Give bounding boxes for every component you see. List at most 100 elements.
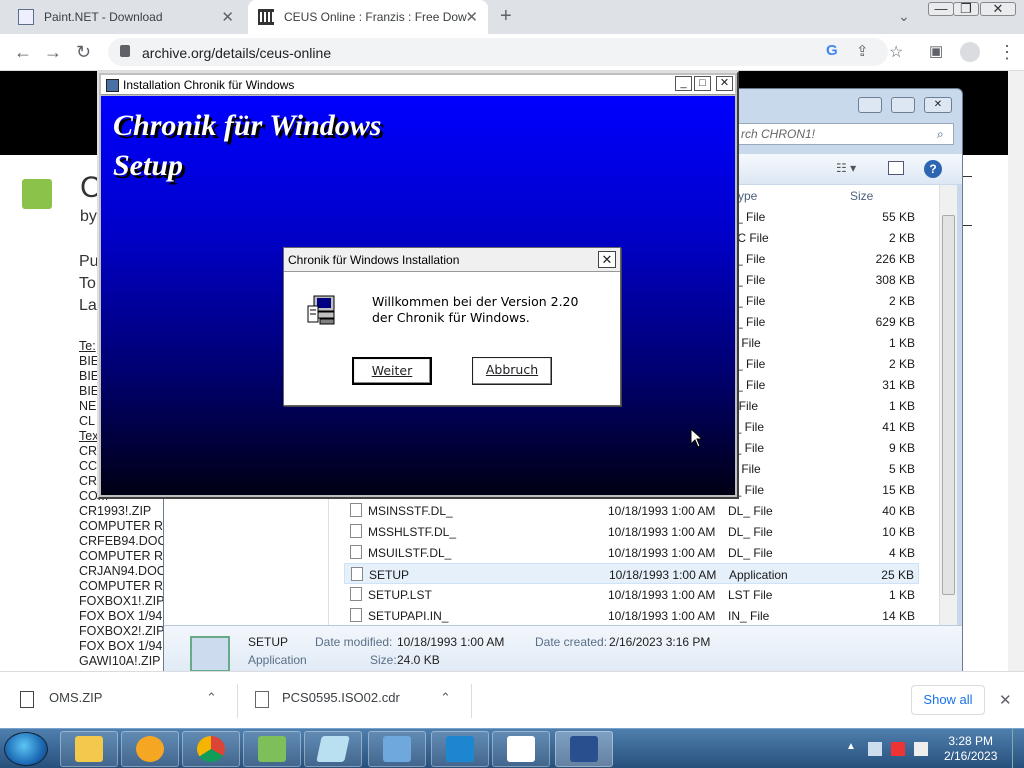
forward-icon[interactable]: →	[44, 42, 62, 63]
archive-file-entry[interactable]: GAWI10A!.ZIP	[79, 654, 167, 669]
file-icon	[255, 691, 269, 708]
explorer-maximize-button[interactable]	[891, 97, 915, 113]
browser-tab-strip: Paint.NET - Download ✕ CEUS Online : Fra…	[0, 0, 1024, 34]
date-modified-label: Date modified:	[315, 635, 393, 649]
setup-app-icon	[106, 79, 119, 92]
explorer-close-button[interactable]: ✕	[924, 97, 952, 113]
taskbar-remote[interactable]	[431, 731, 489, 767]
file-list-scrollbar[interactable]	[939, 185, 957, 625]
taskbar-media-player[interactable]	[121, 731, 179, 767]
setup-pc-icon	[570, 736, 598, 762]
action-center-icon[interactable]	[891, 742, 905, 756]
dialog-titlebar[interactable]: Chronik für Windows Installation	[284, 248, 620, 272]
archive-file-entry[interactable]: COMPUTER R	[79, 549, 167, 564]
downloads-bar: OMS.ZIP ⌃ PCS0595.ISO02.cdr ⌃ Show all ✕	[0, 671, 1024, 728]
show-hidden-icons-icon[interactable]: ▲	[846, 741, 856, 752]
file-date: 10/18/1993 1:00 AM	[608, 609, 716, 623]
search-icon[interactable]: ⌕	[937, 127, 944, 142]
explorer-minimize-button[interactable]	[858, 97, 882, 113]
file-row[interactable]: MSUILSTF.DL_ 10/18/1993 1:00 AM DL_ File 4 …	[344, 542, 919, 563]
archive-file-entry[interactable]: COMPUTER R	[79, 519, 167, 534]
volume-icon[interactable]	[914, 742, 928, 756]
download-item-name[interactable]: OMS.ZIP	[49, 690, 102, 705]
share-icon[interactable]: ⇪	[856, 42, 869, 60]
archive-file-entry[interactable]: CRJAN94.DOC	[79, 564, 167, 579]
scrollbar-thumb[interactable]	[942, 215, 955, 595]
show-all-button[interactable]: Show all	[911, 685, 985, 715]
file-date: 10/18/1993 1:00 AM	[608, 546, 716, 560]
address-bar[interactable]: archive.org/details/ceus-online	[108, 38, 888, 66]
show-desktop-button[interactable]	[1012, 729, 1024, 768]
date-modified-value: 10/18/1993 1:00 AM	[397, 635, 505, 649]
new-tab-button[interactable]: +	[500, 5, 512, 28]
file-size: 226 KB	[875, 252, 915, 266]
file-row[interactable]: SETUP 10/18/1993 1:00 AM Application 25 KB	[344, 563, 919, 584]
setup-minimize-button[interactable]: _	[675, 76, 692, 91]
taskbar-network[interactable]	[243, 731, 301, 767]
side-panel-icon[interactable]: ▣	[929, 42, 943, 60]
tab-close-icon[interactable]: ✕	[221, 8, 234, 26]
tab-close-icon[interactable]: ✕	[465, 8, 478, 26]
back-icon[interactable]: ←	[14, 42, 32, 63]
tab-paint-net[interactable]: Paint.NET - Download ✕	[8, 0, 244, 34]
abbruch-button[interactable]: Abbruch	[472, 357, 552, 385]
tab-ceus-online[interactable]: CEUS Online : Franzis : Free Dow ✕	[248, 0, 488, 34]
file-size: 31 KB	[882, 378, 915, 392]
meta-line: La	[79, 297, 97, 314]
mouse-cursor-icon	[690, 428, 704, 448]
taskbar-explorer[interactable]	[60, 731, 118, 767]
archive-file-entry[interactable]: CRFEB94.DOC	[79, 534, 167, 549]
minimize-button[interactable]: —	[928, 2, 954, 16]
menu-kebab-icon[interactable]: ⋮	[998, 42, 1016, 63]
file-row[interactable]: MSSHLSTF.DL_ 10/18/1993 1:00 AM DL_ File 10…	[344, 521, 919, 542]
taskbar-notepad[interactable]	[304, 731, 362, 767]
taskbar-setup[interactable]	[555, 731, 613, 767]
download-item-name[interactable]: PCS0595.ISO02.cdr	[282, 690, 400, 705]
close-downloads-icon[interactable]: ✕	[999, 691, 1012, 709]
weiter-button[interactable]: Weiter	[352, 357, 432, 385]
file-icon	[350, 587, 362, 601]
taskbar-image-viewer[interactable]	[368, 731, 426, 767]
system-clock[interactable]: 3:28 PM 2/16/2023	[944, 734, 997, 764]
close-window-button[interactable]: ✕	[980, 2, 1016, 16]
file-row[interactable]: MSINSSTF.DL_ 10/18/1993 1:00 AM DL_ File 40…	[344, 500, 919, 521]
network-icon[interactable]	[868, 742, 882, 756]
search-input[interactable]: rch CHRON1!	[734, 123, 954, 145]
profile-avatar-icon[interactable]	[960, 42, 980, 62]
setup-close-button[interactable]: ✕	[716, 76, 733, 91]
file-row[interactable]: SETUPAPI.IN_ 10/18/1993 1:00 AM IN_ File 14…	[344, 605, 919, 626]
clock-date: 2/16/2023	[944, 749, 998, 763]
file-size: 2 KB	[888, 357, 915, 371]
archive-file-entry[interactable]: COMPUTER R	[79, 579, 167, 594]
download-options-chevron-icon[interactable]: ⌃	[206, 690, 217, 706]
size-value: 24.0 KB	[397, 653, 440, 667]
help-icon[interactable]: ?	[924, 160, 942, 178]
archive-file-entry[interactable]: CR1993!.ZIP	[79, 504, 167, 519]
dialog-close-button[interactable]: ✕	[598, 251, 616, 268]
archive-file-entry[interactable]: FOX BOX 1/94	[79, 609, 167, 624]
archive-file-entry[interactable]: FOX BOX 1/94	[79, 639, 167, 654]
archive-file-entry[interactable]: FOXBOX2!.ZIP	[79, 624, 167, 639]
column-header-type[interactable]: ype	[738, 189, 757, 203]
restore-button[interactable]: ❐	[953, 2, 979, 16]
view-options-icon[interactable]: ☷ ▾	[836, 161, 856, 175]
setup-window-titlebar[interactable]: Installation Chronik für Windows	[101, 75, 735, 95]
taskbar-list-app[interactable]	[492, 731, 550, 767]
file-row[interactable]: SETUP.LST 10/18/1993 1:00 AM LST File 1 KB	[344, 584, 919, 605]
preview-pane-icon[interactable]	[888, 161, 904, 175]
start-button[interactable]	[4, 732, 48, 766]
lock-icon	[120, 45, 130, 57]
bookmark-star-icon[interactable]: ☆	[889, 42, 903, 62]
archive-file-entry[interactable]: FOXBOX1!.ZIP	[79, 594, 167, 609]
column-header-size[interactable]: Size	[850, 189, 873, 203]
taskbar: ▲ 3:28 PM 2/16/2023	[0, 728, 1024, 768]
taskbar-chrome[interactable]	[182, 731, 240, 767]
file-size: 40 KB	[882, 504, 915, 518]
setup-maximize-button[interactable]: □	[694, 76, 711, 91]
google-lens-icon[interactable]: G	[826, 42, 838, 59]
page-scrollbar[interactable]	[1008, 71, 1024, 671]
tab-title: Paint.NET - Download	[44, 10, 163, 24]
download-options-chevron-icon[interactable]: ⌃	[440, 690, 451, 706]
tab-search-chevron-icon[interactable]: ⌄	[898, 8, 910, 25]
reload-icon[interactable]: ↻	[76, 42, 91, 63]
